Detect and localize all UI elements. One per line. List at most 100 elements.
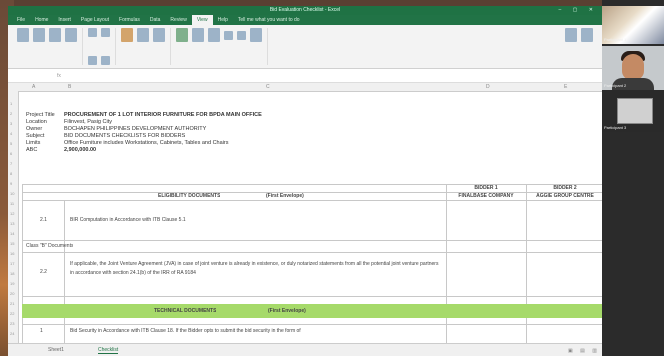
ribbon-tab[interactable]: Tell me what you want to do	[233, 15, 305, 25]
technical-row-text: Bid Security in Accordance with ITB Clau…	[70, 328, 301, 334]
eligibility-subheader: (First Envelope)	[266, 193, 304, 199]
grid-line	[446, 184, 447, 344]
grid-line	[22, 184, 23, 344]
ribbon-group-sheet-view	[83, 28, 116, 65]
ribbon-tab[interactable]: Help	[213, 15, 233, 25]
row-number[interactable]: 14	[10, 231, 14, 236]
headings-checkbox-icon[interactable]	[101, 56, 110, 65]
ribbon-tab[interactable]: File	[12, 15, 30, 25]
participant-name: Participant 1	[604, 37, 627, 42]
formula-bar-checkbox-icon[interactable]	[101, 28, 110, 37]
info-label: ABC	[26, 147, 38, 153]
ribbon-tab[interactable]: Data	[145, 15, 166, 25]
page-layout-icon[interactable]	[49, 28, 61, 42]
row-number[interactable]: 4	[10, 131, 12, 136]
fx-icon[interactable]: fx	[51, 73, 61, 79]
freeze-panes-icon[interactable]	[208, 28, 220, 42]
class-b-label: Class "B" Documents	[26, 243, 74, 249]
row-number[interactable]: 16	[10, 251, 14, 256]
gridlines-checkbox-icon[interactable]	[88, 56, 97, 65]
arrange-all-icon[interactable]	[192, 28, 204, 42]
row-number[interactable]: 24	[10, 331, 14, 336]
row-number[interactable]: 22	[10, 311, 14, 316]
row-number[interactable]: 17	[10, 261, 14, 266]
column-header-a[interactable]: A	[32, 84, 35, 90]
zoom-icon[interactable]	[121, 28, 133, 42]
info-label: Subject	[26, 133, 45, 139]
bidder2-label: BIDDER 2	[553, 185, 577, 191]
project-info-row: Location Filinvest, Pasig City	[26, 119, 112, 125]
column-header-b[interactable]: B	[68, 84, 71, 90]
row-number[interactable]: 20	[10, 291, 14, 296]
info-label: Owner	[26, 126, 43, 132]
column-headers: A B C D E	[8, 83, 602, 92]
row-number[interactable]: 12	[10, 211, 14, 216]
technical-row-num: 1	[40, 328, 43, 334]
custom-views-icon[interactable]	[65, 28, 77, 42]
record-macro-icon[interactable]	[581, 28, 593, 42]
info-label: Location	[26, 119, 47, 125]
row-number[interactable]: 18	[10, 271, 14, 276]
participant-video[interactable]: Participant 1	[602, 6, 664, 44]
window-controls[interactable]: – ▢ ✕	[559, 6, 598, 15]
participant-video[interactable]: Participant 3	[602, 90, 664, 132]
participant-video[interactable]: Participant 2	[602, 46, 664, 92]
info-label: Project Title	[26, 112, 55, 118]
row-number[interactable]: 3	[10, 121, 12, 126]
row-number[interactable]: 2	[10, 111, 12, 116]
ruler-checkbox-icon[interactable]	[88, 28, 97, 37]
row-number[interactable]: 11	[10, 201, 14, 206]
project-info-row: Project Title PROCUREMENT OF 1 LOT INTERI…	[26, 112, 262, 118]
new-window-icon[interactable]	[176, 28, 188, 42]
formula-bar: fx	[8, 69, 602, 83]
row-number[interactable]: 8	[10, 171, 12, 176]
row-number[interactable]: 7	[10, 161, 12, 166]
macros-icon[interactable]	[565, 28, 577, 42]
video-call-panel: Participant 1 Participant 2 Participant …	[602, 0, 664, 356]
row-number[interactable]: 23	[10, 321, 14, 326]
ribbon-tab[interactable]: Formulas	[114, 15, 145, 25]
ribbon-tab[interactable]: Insert	[53, 15, 76, 25]
row-number[interactable]: 5	[10, 141, 12, 146]
ribbon-tab[interactable]: Review	[165, 15, 191, 25]
ribbon-tab[interactable]: View	[191, 15, 213, 25]
normal-view-icon[interactable]	[17, 28, 29, 42]
status-bar: ▣ ▤ ▥	[568, 348, 600, 354]
grid-line	[22, 200, 602, 201]
ribbon-group-window	[171, 28, 268, 65]
bidder1-label: BIDDER 1	[474, 185, 498, 191]
grid-line	[22, 240, 602, 241]
row-number[interactable]: 15	[10, 241, 14, 246]
row-number[interactable]: 10	[10, 191, 14, 196]
window-title: Bid Evaluation Checklist - Excel	[269, 7, 341, 13]
zoom-100-icon[interactable]	[137, 28, 149, 42]
page-break-icon[interactable]	[33, 28, 45, 42]
ribbon-tab[interactable]: Home	[30, 15, 53, 25]
project-info-row: Limits Office Furniture includes Workstat…	[26, 140, 228, 146]
row-number[interactable]: 21	[10, 301, 14, 306]
split-icon[interactable]	[224, 30, 233, 40]
column-header-c[interactable]: C	[266, 84, 270, 90]
info-value: Filinvest, Pasig City	[64, 119, 112, 125]
row-number[interactable]: 1	[10, 101, 12, 106]
info-value: PROCUREMENT OF 1 LOT INTERIOR FURNITURE …	[64, 112, 262, 118]
eligibility-row-num: 2.1	[40, 217, 47, 223]
monitor-icon	[617, 98, 653, 124]
row-number[interactable]: 13	[10, 221, 14, 226]
switch-windows-icon[interactable]	[250, 28, 262, 42]
ribbon-tab[interactable]: Page Layout	[76, 15, 114, 25]
bidder2-name: AGGIE GROUP CENTRE	[536, 193, 594, 199]
column-header-e[interactable]: E	[564, 84, 567, 90]
row-number[interactable]: 6	[10, 151, 12, 156]
row-number[interactable]: 9	[10, 181, 12, 186]
hide-icon[interactable]	[237, 30, 246, 40]
zoom-selection-icon[interactable]	[153, 28, 165, 42]
row-number[interactable]: 19	[10, 281, 14, 286]
info-value: BOCHAPEN PHILIPPINES DEVELOPMENT AUTHORI…	[64, 126, 207, 132]
sheet-tab[interactable]: Checklist	[98, 347, 119, 354]
row-headers: 1 2 3 4 5 6 7 8 9 10 11 12 13 14 15 16 17 18 19 20 21 22 23 24	[8, 91, 19, 344]
ribbon	[8, 25, 602, 69]
column-header-d[interactable]: D	[486, 84, 490, 90]
sheet-tabs: Sheet1 Checklist	[8, 343, 602, 356]
sheet-tab[interactable]: Sheet1	[48, 347, 64, 353]
